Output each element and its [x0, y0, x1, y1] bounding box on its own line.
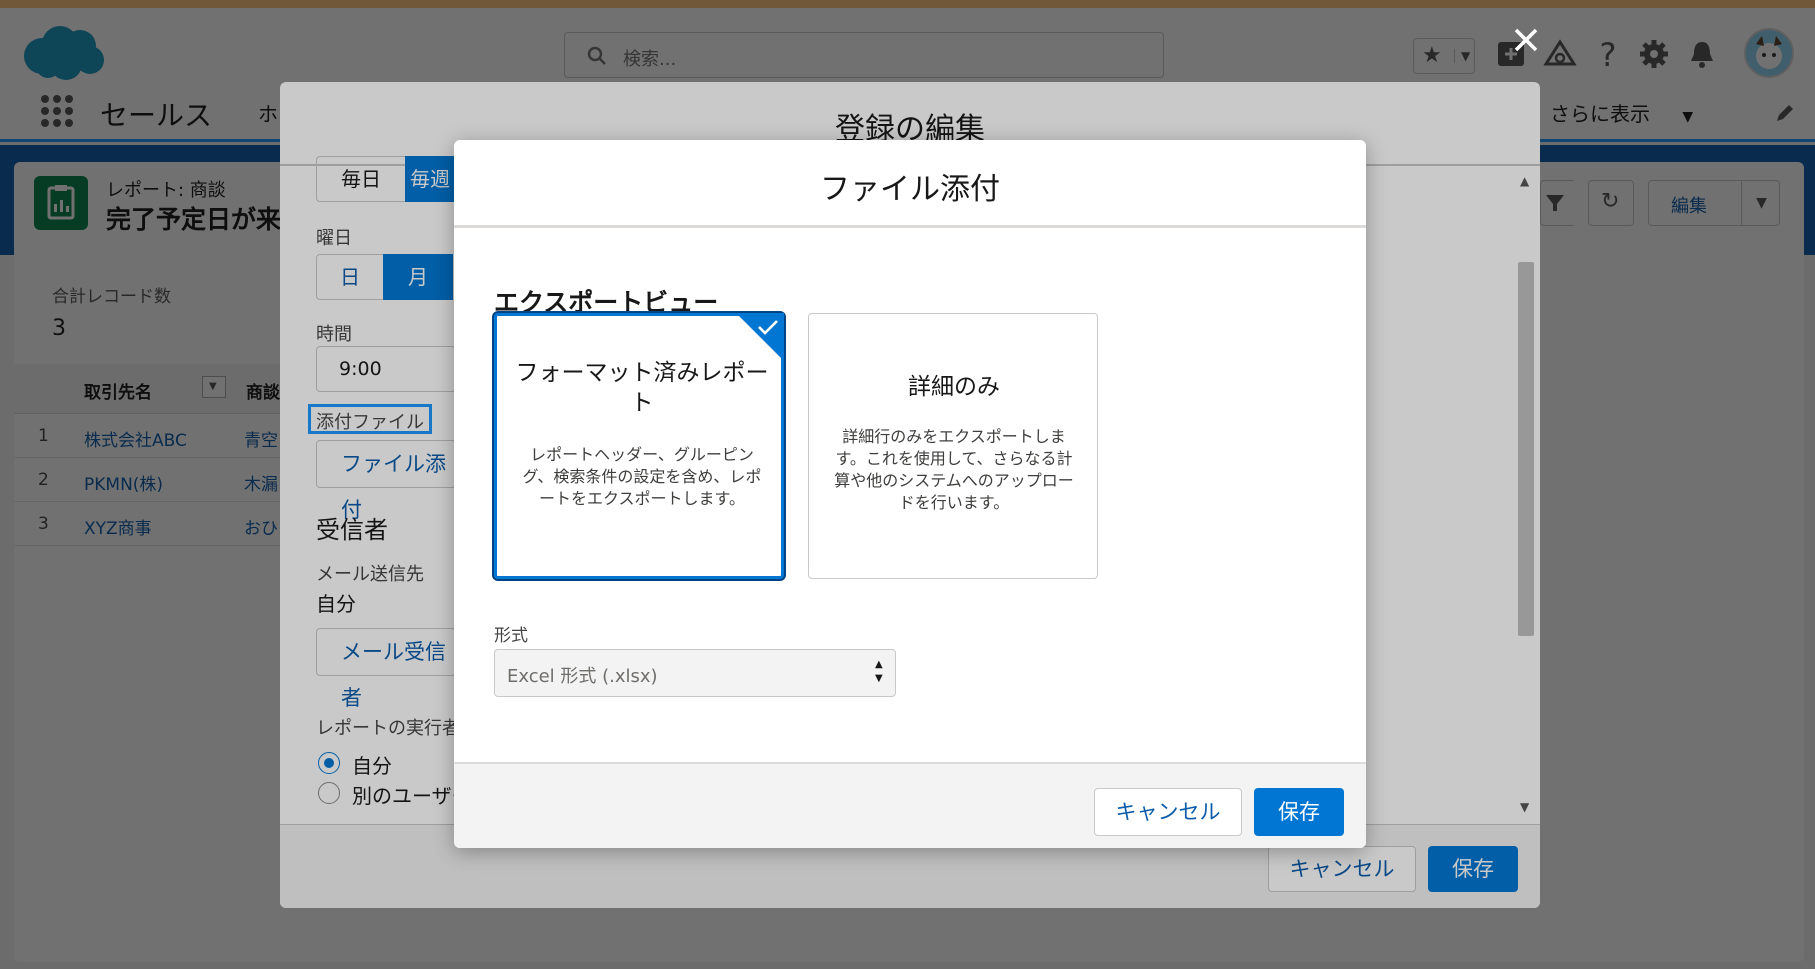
save-button[interactable]: 保存 [1254, 788, 1344, 836]
export-option-title: フォーマット済みレポート [515, 360, 769, 416]
cancel-button[interactable]: キャンセル [1094, 788, 1242, 836]
export-option-formatted-report[interactable]: フォーマット済みレポート レポートヘッダー、グルーピング、検索条件の設定を含め、… [494, 313, 784, 579]
select-arrows-icon: ▲ ▼ [875, 659, 883, 684]
format-select[interactable]: Excel 形式 (.xlsx) ▲ ▼ [494, 649, 896, 697]
export-option-title: 詳細のみ [908, 374, 1000, 400]
export-option-description: レポートヘッダー、グルーピング、検索条件の設定を含め、レポートをエクスポートしま… [522, 445, 762, 508]
attach-modal-body: エクスポートビュー フォーマット済みレポート レポートヘッダー、グルーピング、検… [454, 231, 1366, 761]
attach-modal-title: ファイル添付 [820, 172, 1000, 207]
attach-modal-header: ファイル添付 [454, 140, 1366, 228]
checkmark-icon [758, 320, 778, 335]
format-select-value: Excel 形式 (.xlsx) [507, 666, 658, 687]
attach-modal-footer: キャンセル 保存 [454, 762, 1366, 848]
close-icon[interactable] [1508, 22, 1544, 58]
file-attach-modal: ファイル添付 エクスポートビュー フォーマット済みレポート レポートヘッダー、グ… [454, 140, 1366, 848]
format-label: 形式 [494, 626, 528, 646]
export-option-details-only[interactable]: 詳細のみ 詳細行のみをエクスポートします。これを使用して、さらなる計算や他のシス… [808, 313, 1098, 579]
export-option-description: 詳細行のみをエクスポートします。これを使用して、さらなる計算や他のシステムへのア… [834, 427, 1074, 512]
